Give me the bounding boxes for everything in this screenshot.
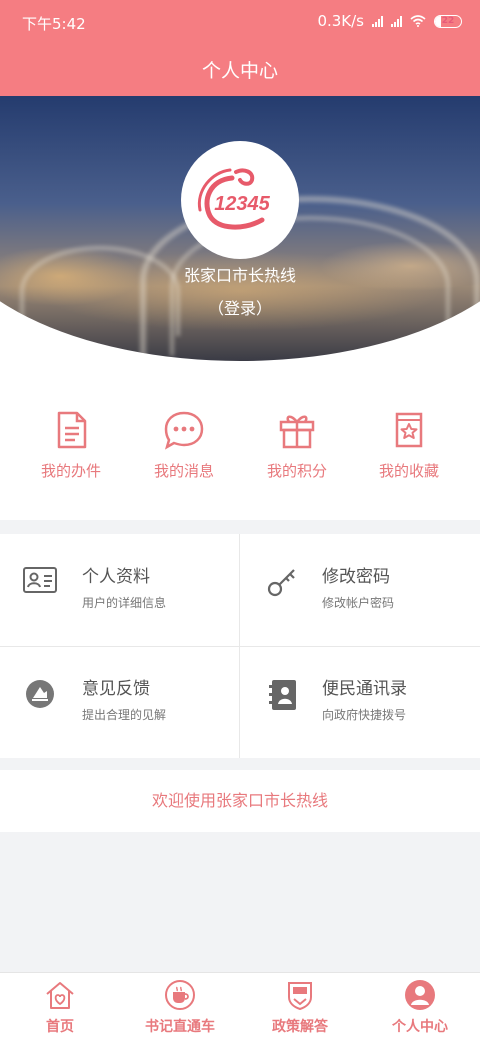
wifi-icon xyxy=(410,15,426,27)
menu-title: 意见反馈 xyxy=(82,679,150,699)
quick-action-label: 我的积分 xyxy=(266,462,327,480)
quick-action-my-favorites[interactable]: 我的收藏 xyxy=(349,410,469,481)
status-bar: 下午5:42 0.3K/s 22 xyxy=(0,0,480,44)
battery-level: 22 xyxy=(441,15,455,26)
id-card-icon xyxy=(23,567,57,593)
nav-policy-answers[interactable]: 政策解答 xyxy=(240,979,360,1036)
star-book-icon xyxy=(395,412,423,448)
menu-title: 便民通讯录 xyxy=(322,679,407,699)
menu-subtitle: 向政府快捷拨号 xyxy=(322,708,407,722)
grid-divider xyxy=(0,646,480,647)
menu-contact-book[interactable]: 便民通讯录 向政府快捷拨号 xyxy=(240,646,480,758)
home-heart-icon xyxy=(46,982,74,1009)
network-speed: 0.3K/s xyxy=(317,12,364,30)
gift-icon xyxy=(279,415,315,449)
nav-personal-center[interactable]: 个人中心 xyxy=(360,979,480,1036)
profile-header: 12345 张家口市长热线 （登录） xyxy=(0,96,480,396)
coffee-cup-icon xyxy=(165,980,195,1010)
login-link[interactable]: （登录） xyxy=(0,295,480,319)
hotline-logo[interactable]: 12345 xyxy=(181,141,299,259)
menu-subtitle: 提出合理的见解 xyxy=(82,708,167,722)
menu-grid: 个人资料 用户的详细信息 修改密码 修改帐户密码 意见反馈 提出合理的见解 便民… xyxy=(0,534,480,758)
feedback-icon xyxy=(26,680,54,708)
key-icon xyxy=(267,569,295,597)
welcome-banner: 欢迎使用张家口市长热线 xyxy=(0,770,480,832)
signal-icon xyxy=(372,15,383,27)
quick-actions: 我的办件 我的消息 我的积分 我的收藏 xyxy=(0,396,480,520)
battery-icon: 22 xyxy=(434,14,462,28)
quick-action-label: 我的办件 xyxy=(40,462,101,480)
menu-title: 个人资料 xyxy=(82,567,150,587)
quick-action-my-cases[interactable]: 我的办件 xyxy=(11,410,131,481)
page-title: 个人中心 xyxy=(201,60,278,82)
contact-book-icon xyxy=(269,680,296,710)
quick-action-my-points[interactable]: 我的积分 xyxy=(237,410,357,481)
quick-action-label: 我的收藏 xyxy=(378,462,439,480)
menu-title: 修改密码 xyxy=(322,567,390,587)
document-icon xyxy=(57,411,87,449)
top-bar: 下午5:42 0.3K/s 22 个人中心 xyxy=(0,0,480,96)
policy-badge-icon xyxy=(288,982,312,1011)
menu-feedback[interactable]: 意见反馈 提出合理的见解 xyxy=(0,646,240,758)
bottom-nav: 首页 书记直通车 政策解答 个人中心 xyxy=(0,972,480,1040)
status-time: 下午5:42 xyxy=(22,15,86,33)
signal-icon xyxy=(391,15,402,27)
menu-personal-info[interactable]: 个人资料 用户的详细信息 xyxy=(0,534,240,646)
chat-bubble-icon xyxy=(164,411,204,450)
nav-label: 个人中心 xyxy=(392,1019,448,1035)
quick-action-label: 我的消息 xyxy=(153,462,214,480)
quick-action-my-messages[interactable]: 我的消息 xyxy=(124,410,244,481)
nav-home[interactable]: 首页 xyxy=(0,979,120,1036)
menu-subtitle: 修改帐户密码 xyxy=(322,596,395,610)
menu-subtitle: 用户的详细信息 xyxy=(82,596,167,610)
user-name: 张家口市长热线 xyxy=(183,266,296,285)
nav-label: 书记直通车 xyxy=(145,1019,215,1035)
logo-text: 12345 xyxy=(214,193,270,215)
nav-secretary-express[interactable]: 书记直通车 xyxy=(120,979,240,1036)
user-icon xyxy=(405,980,435,1010)
nav-label: 政策解答 xyxy=(272,1019,328,1035)
nav-label: 首页 xyxy=(46,1019,74,1035)
status-indicators: 0.3K/s 22 xyxy=(317,12,462,30)
menu-change-password[interactable]: 修改密码 修改帐户密码 xyxy=(240,534,480,646)
